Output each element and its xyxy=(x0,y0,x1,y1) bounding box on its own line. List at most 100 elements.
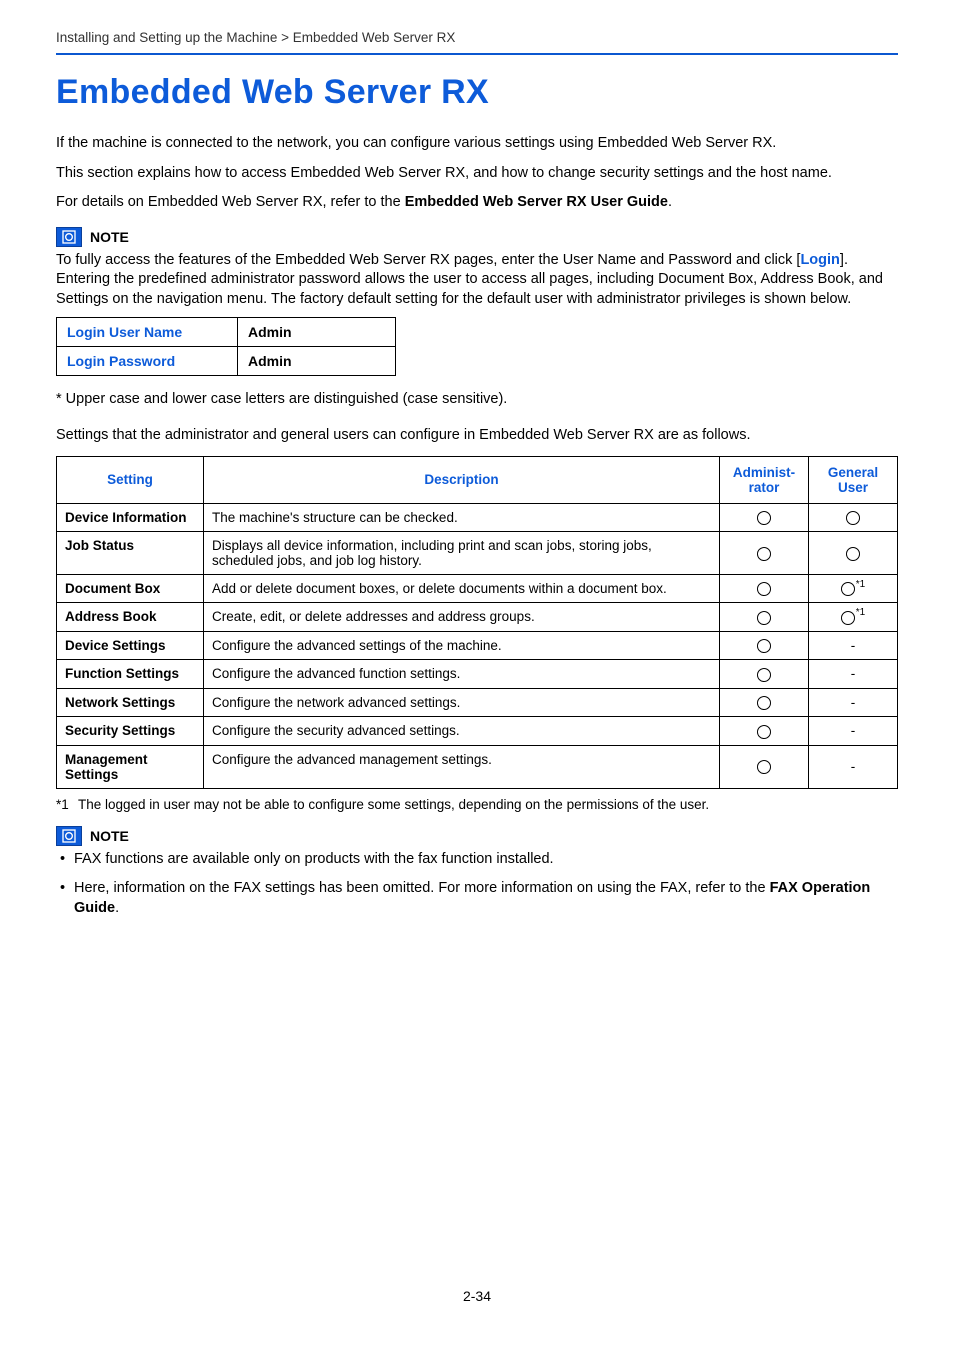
note-1-label: NOTE xyxy=(90,229,129,245)
setting-name: Document Box xyxy=(57,574,204,602)
mark-cell: - xyxy=(809,688,898,716)
circle-icon xyxy=(757,511,771,525)
footnote-1-idx: *1 xyxy=(56,797,78,812)
mark-cell xyxy=(720,660,809,688)
setting-name: Network Settings xyxy=(57,688,204,716)
setting-description: Displays all device information, includi… xyxy=(204,531,720,574)
intro-p3-prefix: For details on Embedded Web Server RX, r… xyxy=(56,194,405,210)
table-row: Function SettingsConfigure the advanced … xyxy=(57,660,898,688)
note-1-body: To fully access the features of the Embe… xyxy=(56,251,898,310)
setting-description: The machine's structure can be checked. xyxy=(204,503,720,531)
table-row: Security SettingsConfigure the security … xyxy=(57,717,898,745)
login-label: Login Password xyxy=(57,347,238,376)
intro-p3: For details on Embedded Web Server RX, r… xyxy=(56,193,898,213)
note-2-header: NOTE xyxy=(56,826,898,846)
mark-cell xyxy=(720,603,809,631)
dash-icon: - xyxy=(851,638,856,653)
setting-description: Configure the network advanced settings. xyxy=(204,688,720,716)
note-icon xyxy=(56,227,82,247)
circle-icon xyxy=(757,760,771,774)
setting-description: Configure the advanced function settings… xyxy=(204,660,720,688)
mark-cell xyxy=(720,503,809,531)
note-1-header: NOTE xyxy=(56,227,898,247)
dash-icon: - xyxy=(851,759,856,774)
circle-icon xyxy=(846,547,860,561)
mark-cell xyxy=(720,631,809,659)
note-icon xyxy=(56,826,82,846)
setting-name: Device Settings xyxy=(57,631,204,659)
table-row: Address BookCreate, edit, or delete addr… xyxy=(57,603,898,631)
mark-cell: *1 xyxy=(809,603,898,631)
note-2-label: NOTE xyxy=(90,828,129,844)
mark-cell xyxy=(720,688,809,716)
table-row: Network SettingsConfigure the network ad… xyxy=(57,688,898,716)
mark-cell xyxy=(720,745,809,788)
setting-name: Device Information xyxy=(57,503,204,531)
mark-cell: *1 xyxy=(809,574,898,602)
login-value: Admin xyxy=(238,347,396,376)
mark-cell: - xyxy=(809,745,898,788)
login-link[interactable]: Login xyxy=(800,252,839,268)
footnote-1-text: The logged in user may not be able to co… xyxy=(78,797,709,812)
mark-cell: - xyxy=(809,660,898,688)
circle-icon xyxy=(841,611,855,625)
case-note: * Upper case and lower case letters are … xyxy=(56,390,898,410)
th-setting: Setting xyxy=(57,456,204,503)
table-row: Login User NameAdmin xyxy=(57,318,396,347)
list-item: FAX functions are available only on prod… xyxy=(74,850,898,870)
breadcrumb: Installing and Setting up the Machine > … xyxy=(56,30,898,53)
circle-icon xyxy=(757,582,771,596)
login-table: Login User NameAdminLogin PasswordAdmin xyxy=(56,317,396,376)
mark-cell: - xyxy=(809,631,898,659)
circle-icon xyxy=(757,547,771,561)
setting-description: Configure the security advanced settings… xyxy=(204,717,720,745)
circle-icon xyxy=(846,511,860,525)
table-row: Management SettingsConfigure the advance… xyxy=(57,745,898,788)
login-value: Admin xyxy=(238,318,396,347)
footnote-1: *1The logged in user may not be able to … xyxy=(56,797,898,812)
table-row: Device SettingsConfigure the advanced se… xyxy=(57,631,898,659)
footnote-ref: *1 xyxy=(856,579,865,590)
intro-p1: If the machine is connected to the netwo… xyxy=(56,134,898,154)
page-title: Embedded Web Server RX xyxy=(56,73,898,112)
dash-icon: - xyxy=(851,695,856,710)
th-description: Description xyxy=(204,456,720,503)
setting-description: Configure the advanced settings of the m… xyxy=(204,631,720,659)
list-item: Here, information on the FAX settings ha… xyxy=(74,879,898,918)
circle-icon xyxy=(841,582,855,596)
divider xyxy=(56,53,898,55)
circle-icon xyxy=(757,611,771,625)
intro-p3-bold: Embedded Web Server RX User Guide xyxy=(405,194,668,210)
th-general: General User xyxy=(809,456,898,503)
mark-cell: - xyxy=(809,717,898,745)
mark-cell xyxy=(720,717,809,745)
setting-name: Job Status xyxy=(57,531,204,574)
setting-name: Address Book xyxy=(57,603,204,631)
table-row: Login PasswordAdmin xyxy=(57,347,396,376)
setting-name: Management Settings xyxy=(57,745,204,788)
table-row: Document BoxAdd or delete document boxes… xyxy=(57,574,898,602)
circle-icon xyxy=(757,668,771,682)
setting-description: Configure the advanced management settin… xyxy=(204,745,720,788)
dash-icon: - xyxy=(851,723,856,738)
table-row: Device InformationThe machine's structur… xyxy=(57,503,898,531)
mark-cell xyxy=(720,531,809,574)
mark-cell xyxy=(809,503,898,531)
mark-cell xyxy=(720,574,809,602)
setting-description: Create, edit, or delete addresses and ad… xyxy=(204,603,720,631)
page-number: 2-34 xyxy=(0,1288,954,1304)
circle-icon xyxy=(757,696,771,710)
footnote-ref: *1 xyxy=(856,607,865,618)
settings-table: Setting Description Administ-rator Gener… xyxy=(56,456,898,789)
setting-name: Security Settings xyxy=(57,717,204,745)
login-label: Login User Name xyxy=(57,318,238,347)
mark-cell xyxy=(809,531,898,574)
setting-name: Function Settings xyxy=(57,660,204,688)
setting-description: Add or delete document boxes, or delete … xyxy=(204,574,720,602)
intro-p3-suffix: . xyxy=(668,194,672,210)
circle-icon xyxy=(757,639,771,653)
circle-icon xyxy=(757,725,771,739)
note-1-pre: To fully access the features of the Embe… xyxy=(56,252,800,268)
settings-intro: Settings that the administrator and gene… xyxy=(56,426,898,446)
table-row: Job StatusDisplays all device informatio… xyxy=(57,531,898,574)
